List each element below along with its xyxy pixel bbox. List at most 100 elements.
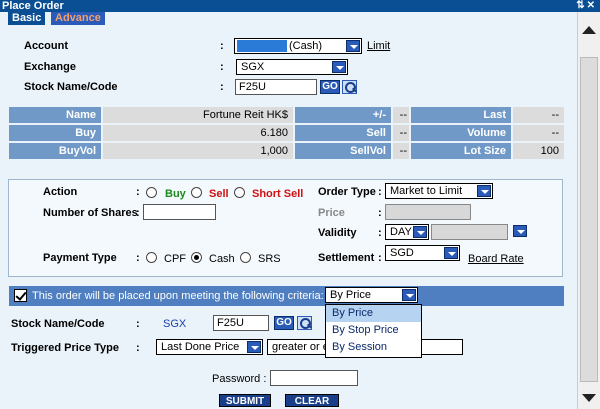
- criteria-bar: This order will be placed upon meeting t…: [9, 286, 564, 306]
- quote-header-volume: Volume: [411, 125, 511, 141]
- account-colon: :: [220, 40, 224, 52]
- price-colon: :: [378, 207, 382, 219]
- vertical-scrollbar[interactable]: [577, 12, 600, 409]
- quote-value-sell: --: [393, 125, 409, 141]
- chevron-down-icon: [402, 289, 416, 301]
- radio-buy[interactable]: [146, 187, 157, 198]
- chevron-down-icon: [332, 61, 346, 73]
- exchange-colon: :: [220, 61, 224, 73]
- triggered-price-colon: :: [136, 342, 140, 354]
- radio-cash[interactable]: [191, 252, 202, 263]
- exchange-select-value: SGX: [241, 61, 265, 73]
- criteria-go-button[interactable]: GO: [274, 316, 294, 330]
- condition-value: greater or e: [272, 341, 329, 353]
- go-button[interactable]: GO: [320, 80, 340, 94]
- tab-basic[interactable]: Basic: [8, 12, 46, 25]
- triggered-price-label: Triggered Price Type: [11, 342, 120, 354]
- criteria-exchange: SGX: [163, 318, 187, 330]
- validity-select[interactable]: DAY: [385, 224, 429, 240]
- triggered-price-value: Last Done Price: [161, 341, 240, 353]
- radio-srs[interactable]: [240, 252, 251, 263]
- quote-value-volume: --: [513, 125, 564, 141]
- settlement-value: SGD: [390, 247, 414, 259]
- quote-value-name: Fortune Reit HK$: [103, 107, 293, 123]
- order-type-select[interactable]: Market to Limit: [385, 183, 493, 199]
- stock-colon: :: [220, 81, 224, 93]
- triggered-price-select[interactable]: Last Done Price: [156, 339, 263, 355]
- validity-colon: :: [378, 227, 382, 239]
- clear-button[interactable]: CLEAR: [285, 394, 339, 407]
- quote-value-buyvol: 1,000: [103, 143, 293, 159]
- quote-value-lotsize: 100: [513, 143, 564, 159]
- chevron-down-icon: [247, 341, 261, 353]
- option-by-session[interactable]: By Session: [326, 339, 421, 356]
- quote-header-last: Last: [411, 107, 511, 123]
- cash-label: Cash: [209, 253, 235, 265]
- quote-header-sell: Sell: [295, 125, 391, 141]
- quote-header-sellvol: SellVol: [295, 143, 391, 159]
- quote-value-change: --: [393, 107, 409, 123]
- window-controls-icon[interactable]: ⇅✕: [576, 0, 597, 12]
- validity-date-dropdown[interactable]: [511, 225, 527, 240]
- quote-row: Name Fortune Reit HK$ +/- -- Last --: [9, 107, 564, 125]
- criteria-type-select[interactable]: By Price: [325, 287, 418, 303]
- price-label: Price: [318, 207, 345, 219]
- password-label: Password :: [212, 373, 267, 385]
- quote-value-last: --: [513, 107, 564, 123]
- quote-table: Name Fortune Reit HK$ +/- -- Last -- Buy…: [9, 107, 564, 161]
- settlement-label: Settlement: [318, 252, 375, 264]
- quote-row: BuyVol 1,000 SellVol -- Lot Size 100: [9, 143, 564, 161]
- order-type-value: Market to Limit: [390, 185, 463, 197]
- window-titlebar: Place Order ⇅✕: [0, 0, 600, 12]
- criteria-stock-colon: :: [136, 318, 140, 330]
- payment-colon: :: [136, 252, 140, 264]
- settlement-colon: :: [378, 252, 382, 264]
- account-select-value: (Cash): [289, 40, 323, 52]
- criteria-search-icon[interactable]: [297, 316, 312, 330]
- chevron-down-icon: [444, 247, 458, 259]
- account-select[interactable]: (Cash): [234, 38, 362, 54]
- search-icon[interactable]: [342, 80, 357, 94]
- radio-cpf[interactable]: [146, 252, 157, 263]
- scroll-down-icon[interactable]: [582, 394, 596, 402]
- password-input[interactable]: [270, 370, 358, 386]
- chevron-down-icon: [513, 225, 527, 237]
- radio-short-sell[interactable]: [234, 187, 245, 198]
- validity-date-input: [431, 224, 508, 240]
- scroll-thumb[interactable]: [580, 57, 598, 382]
- quote-header-buy: Buy: [9, 125, 101, 141]
- tab-advance[interactable]: Advance: [51, 12, 105, 25]
- exchange-select[interactable]: SGX: [236, 59, 348, 75]
- shares-input[interactable]: [143, 204, 216, 220]
- sell-label: Sell: [209, 188, 229, 200]
- scroll-up-icon[interactable]: [582, 26, 596, 34]
- account-number-mask: [237, 40, 287, 52]
- cpf-label: CPF: [164, 253, 186, 265]
- criteria-type-value: By Price: [330, 289, 371, 301]
- payment-type-label: Payment Type: [43, 252, 117, 264]
- quote-value-buy: 6.180: [103, 125, 293, 141]
- order-type-label: Order Type: [318, 186, 376, 198]
- validity-value: DAY: [390, 226, 412, 238]
- board-rate-link[interactable]: Board Rate: [468, 253, 524, 265]
- short-sell-label: Short Sell: [252, 188, 304, 200]
- price-input: [385, 204, 471, 220]
- option-by-stop-price[interactable]: By Stop Price: [326, 322, 421, 339]
- window-title: Place Order: [2, 0, 64, 12]
- criteria-stock-label: Stock Name/Code: [11, 318, 105, 330]
- stock-code-input[interactable]: F25U: [235, 79, 317, 95]
- criteria-stock-input[interactable]: F25U: [213, 315, 269, 331]
- option-by-price[interactable]: By Price: [326, 305, 421, 322]
- quote-header-lotsize: Lot Size: [411, 143, 511, 159]
- criteria-checkbox[interactable]: [14, 289, 27, 302]
- order-type-colon: :: [378, 186, 382, 198]
- quote-header-buyvol: BuyVol: [9, 143, 101, 159]
- limit-link[interactable]: Limit: [367, 40, 390, 52]
- settlement-select[interactable]: SGD: [385, 245, 460, 261]
- radio-sell[interactable]: [191, 187, 202, 198]
- shares-label: Number of Shares: [43, 207, 138, 219]
- submit-button[interactable]: SUBMIT: [219, 394, 271, 407]
- chevron-down-icon: [346, 40, 360, 52]
- action-colon: :: [136, 186, 140, 198]
- validity-label: Validity: [318, 227, 357, 239]
